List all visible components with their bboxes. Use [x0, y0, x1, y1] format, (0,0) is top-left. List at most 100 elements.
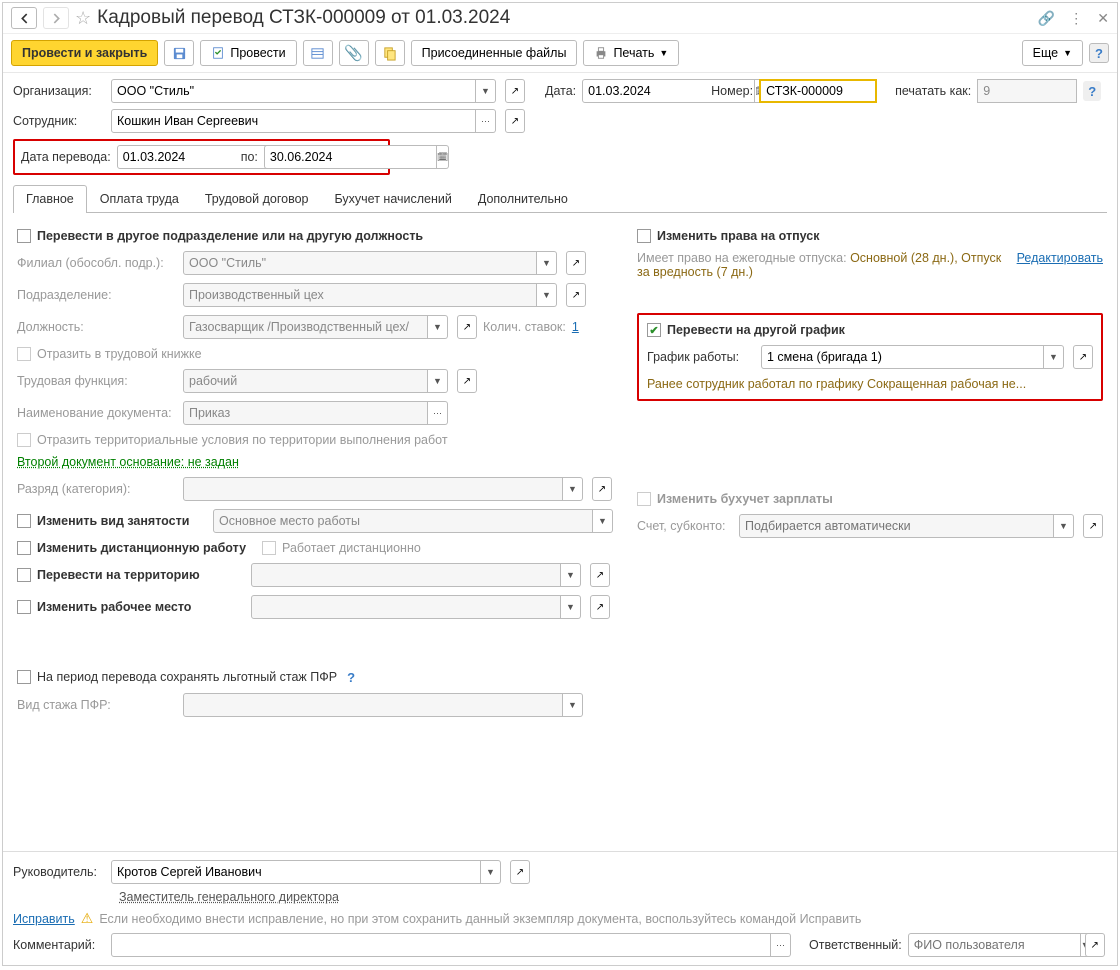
dropdown-icon[interactable]: ▼	[537, 283, 557, 307]
pfr-chk[interactable]	[17, 670, 31, 684]
more-dots-icon[interactable]: ⋯	[476, 109, 496, 133]
help-button[interactable]: ?	[1089, 43, 1109, 63]
dropdown-icon[interactable]: ▼	[537, 251, 557, 275]
dropdown-icon[interactable]: ▼	[563, 477, 583, 501]
transfer-dept-chk[interactable]	[17, 229, 31, 243]
number-label: Номер:	[711, 84, 753, 98]
tab-main[interactable]: Главное	[13, 185, 87, 212]
post-button[interactable]: Провести	[200, 40, 296, 66]
number-input[interactable]	[759, 79, 877, 103]
dropdown-icon[interactable]: ▼	[593, 509, 613, 533]
print-as-input[interactable]	[977, 79, 1077, 103]
window-title: Кадровый перевод СТЗК-000009 от 01.03.20…	[97, 7, 1032, 29]
vacation-chk[interactable]	[637, 229, 651, 243]
branch-input	[183, 251, 537, 275]
save-button[interactable]	[164, 40, 194, 66]
func-label: Трудовая функция:	[17, 374, 177, 388]
remote-label: Изменить дистанционную работу	[37, 541, 246, 555]
workplace-chk[interactable]	[17, 600, 31, 614]
open-icon[interactable]: ↗	[457, 369, 477, 393]
org-input[interactable]	[111, 79, 476, 103]
open-icon[interactable]: ↗	[510, 860, 530, 884]
transfer-to-input[interactable]	[264, 145, 437, 169]
resp-input[interactable]	[908, 933, 1081, 957]
remote-work-label: Работает дистанционно	[282, 541, 421, 555]
list-button[interactable]	[303, 40, 333, 66]
print-button[interactable]: Печать▼	[583, 40, 679, 66]
open-icon[interactable]: ↗	[1083, 514, 1103, 538]
more-dots-icon[interactable]: ⋯	[428, 401, 448, 425]
open-icon[interactable]: ↗	[457, 315, 477, 339]
workbook-label: Отразить в трудовой книжке	[37, 347, 202, 361]
remote-chk[interactable]	[17, 541, 31, 555]
accounting-chk	[637, 492, 651, 506]
employee-input[interactable]	[111, 109, 476, 133]
dropdown-icon[interactable]: ▼	[1054, 514, 1074, 538]
fix-text: Если необходимо внести исправление, но п…	[99, 912, 861, 926]
employment-label: Изменить вид занятости	[37, 514, 189, 528]
open-icon[interactable]: ↗	[505, 79, 525, 103]
help-icon[interactable]: ?	[1083, 81, 1101, 101]
copy-button[interactable]	[375, 40, 405, 66]
attach-button[interactable]: 📎	[339, 40, 369, 66]
open-icon[interactable]: ↗	[566, 283, 586, 307]
attached-files-button[interactable]: Присоединенные файлы	[411, 40, 578, 66]
help-icon[interactable]: ?	[343, 669, 359, 685]
dropdown-icon[interactable]: ▼	[561, 595, 581, 619]
favorite-icon[interactable]: ☆	[75, 8, 91, 29]
open-icon[interactable]: ↗	[590, 595, 610, 619]
dropdown-icon[interactable]: ▼	[1044, 345, 1064, 369]
open-icon[interactable]: ↗	[505, 109, 525, 133]
docname-label: Наименование документа:	[17, 406, 177, 420]
more-button[interactable]: Еще▼	[1022, 40, 1083, 66]
calendar-icon[interactable]: 🗓	[437, 145, 449, 169]
dropdown-icon[interactable]: ▼	[561, 563, 581, 587]
open-icon[interactable]: ↗	[590, 563, 610, 587]
dropdown-icon[interactable]: ▼	[563, 693, 583, 717]
dept-label: Подразделение:	[17, 288, 177, 302]
back-button[interactable]	[11, 7, 37, 29]
kebab-icon[interactable]: ⋮	[1069, 10, 1083, 27]
second-doc-link[interactable]: Второй документ основание: не задан	[17, 455, 239, 469]
open-icon[interactable]: ↗	[1073, 345, 1093, 369]
employment-chk[interactable]	[17, 514, 31, 528]
pfr-type-input	[183, 693, 563, 717]
open-icon[interactable]: ↗	[566, 251, 586, 275]
comment-label: Комментарий:	[13, 938, 105, 952]
remote-work-chk	[262, 541, 276, 555]
org-label: Организация:	[13, 84, 105, 98]
more-dots-icon[interactable]: ⋯	[771, 933, 791, 957]
rates-link[interactable]: 1	[572, 320, 579, 334]
dropdown-icon[interactable]: ▼	[476, 79, 496, 103]
tab-pay[interactable]: Оплата труда	[87, 185, 192, 212]
territory-transfer-chk[interactable]	[17, 568, 31, 582]
open-icon[interactable]: ↗	[592, 477, 612, 501]
link-icon[interactable]: 🔗	[1038, 10, 1055, 27]
warning-icon: ⚠	[81, 910, 94, 927]
resp-label: Ответственный:	[809, 938, 902, 952]
close-icon[interactable]: ✕	[1097, 10, 1109, 27]
fix-link[interactable]: Исправить	[13, 912, 75, 926]
schedule-chk[interactable]	[647, 323, 661, 337]
dropdown-icon[interactable]: ▼	[428, 369, 448, 393]
account-label: Счет, субконто:	[637, 519, 733, 533]
dropdown-icon[interactable]: ▼	[428, 315, 448, 339]
category-label: Разряд (категория):	[17, 482, 177, 496]
territory-reflect-label: Отразить территориальные условия по терр…	[37, 433, 448, 447]
dept-input	[183, 283, 537, 307]
position-label: Должность:	[17, 320, 177, 334]
branch-label: Филиал (обособл. подр.):	[17, 256, 177, 270]
vacation-edit-link[interactable]: Редактировать	[1017, 251, 1103, 265]
schedule-input[interactable]	[761, 345, 1044, 369]
dropdown-icon[interactable]: ▼	[481, 860, 501, 884]
tab-contract[interactable]: Трудовой договор	[192, 185, 322, 212]
tab-accounting[interactable]: Бухучет начислений	[321, 185, 464, 212]
open-icon[interactable]: ↗	[1085, 933, 1105, 957]
head-input[interactable]	[111, 860, 481, 884]
tab-extra[interactable]: Дополнительно	[465, 185, 581, 212]
category-input	[183, 477, 563, 501]
forward-button[interactable]	[43, 7, 69, 29]
territory-reflect-chk	[17, 433, 31, 447]
post-and-close-button[interactable]: Провести и закрыть	[11, 40, 158, 66]
comment-input[interactable]	[111, 933, 771, 957]
